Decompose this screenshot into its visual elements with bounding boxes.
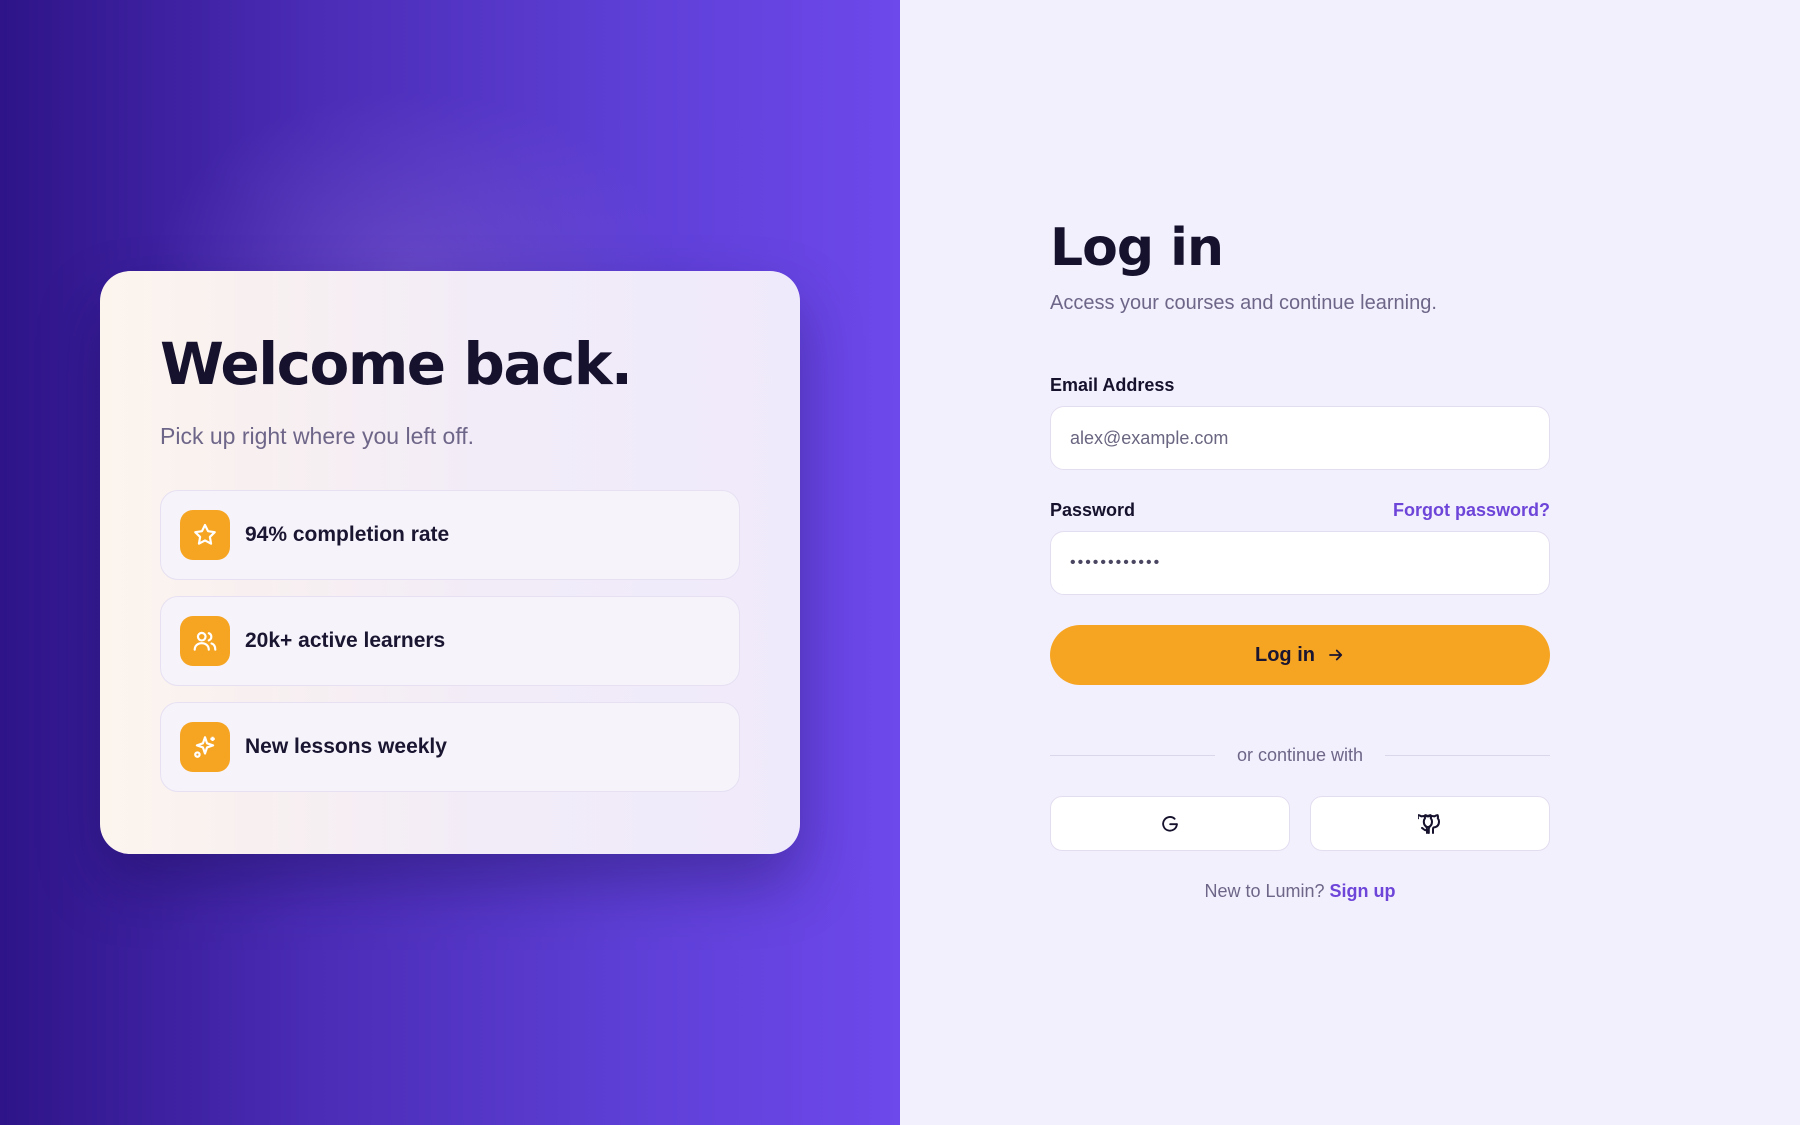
feature-label: 94% completion rate (245, 523, 450, 546)
feature-item: 20k+ active learners (160, 596, 740, 686)
password-label: Password (1050, 500, 1136, 520)
feature-label: New lessons weekly (245, 735, 447, 758)
github-icon (1418, 813, 1440, 834)
password-label-row: Password Forgot password? (1050, 500, 1550, 521)
login-button[interactable]: Log in (1050, 625, 1550, 685)
login-form: Log in Access your courses and continue … (1050, 218, 1551, 902)
google-icon (1162, 815, 1178, 832)
email-group: Email Address (1050, 375, 1550, 470)
social-divider: or continue with (1050, 745, 1551, 766)
login-button-label: Log in (1255, 643, 1315, 666)
star-icon (180, 510, 230, 560)
feature-label: 20k+ active learners (245, 629, 446, 652)
github-login-button[interactable] (1310, 796, 1550, 851)
divider-line (1050, 755, 1215, 756)
welcome-subtitle: Pick up right where you left off. (160, 423, 475, 449)
email-field-box (1050, 406, 1550, 470)
welcome-title: Welcome back. (160, 330, 633, 398)
page-subtitle: Access your courses and continue learnin… (1050, 292, 1437, 314)
login-panel: Log in Access your courses and continue … (900, 0, 1800, 1125)
sparkles-icon (180, 722, 230, 772)
hero-panel: Welcome back. Pick up right where you le… (0, 0, 900, 1125)
google-login-button[interactable] (1050, 796, 1290, 851)
signup-prompt: New to Lumin? (1204, 881, 1325, 901)
signup-row: New to Lumin? Sign up (1050, 881, 1550, 902)
feature-list: 94% completion rate 20k+ active learners… (160, 490, 740, 792)
forgot-password-link[interactable]: Forgot password? (1393, 500, 1550, 521)
welcome-card: Welcome back. Pick up right where you le… (100, 271, 800, 854)
email-label: Email Address (1050, 375, 1175, 395)
feature-item: 94% completion rate (160, 490, 740, 580)
arrow-right-icon (1329, 649, 1343, 661)
divider-text: or continue with (1236, 745, 1364, 765)
divider-line (1385, 755, 1551, 756)
page-title: Log in (1050, 218, 1224, 278)
feature-item: New lessons weekly (160, 702, 740, 792)
email-field[interactable] (1070, 427, 1549, 449)
password-value: •••••••••••• (1070, 554, 1162, 571)
users-icon (180, 616, 230, 666)
signup-link[interactable]: Sign up (1330, 881, 1396, 901)
email-label-row: Email Address (1050, 375, 1550, 396)
password-field[interactable]: •••••••••••• (1050, 531, 1550, 595)
password-group: Password Forgot password? •••••••••••• (1050, 500, 1550, 595)
social-buttons (1050, 796, 1550, 851)
